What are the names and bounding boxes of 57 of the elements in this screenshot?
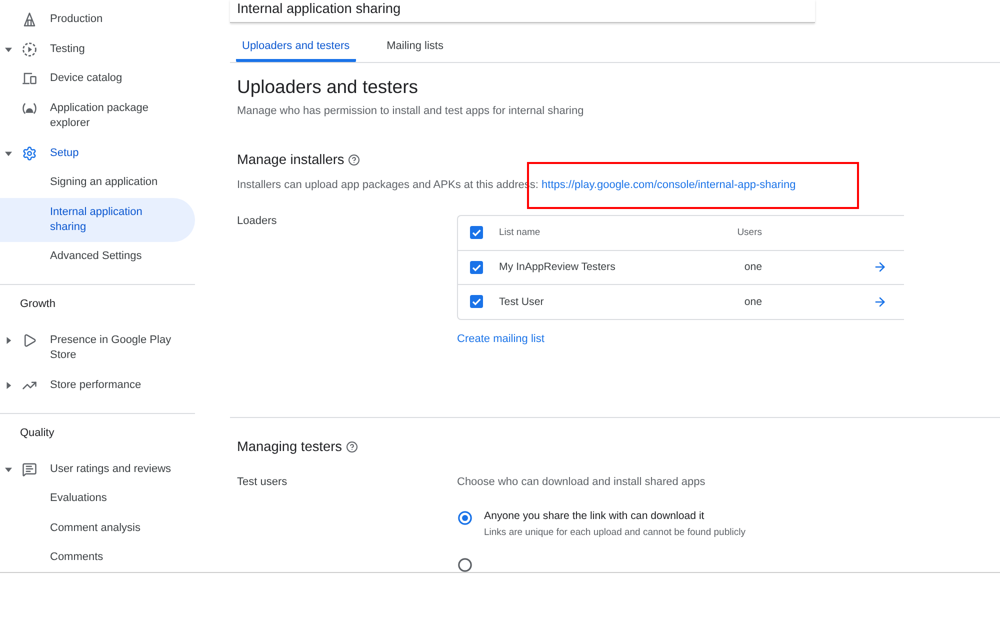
section-title: Quality bbox=[19, 426, 56, 441]
table-cell: Test User bbox=[499, 296, 544, 308]
caret-down-icon[interactable] bbox=[4, 466, 12, 473]
nav-item[interactable]: Setup bbox=[0, 138, 195, 168]
arrow-right-icon[interactable] bbox=[873, 294, 887, 308]
radio-button[interactable] bbox=[458, 558, 472, 572]
column-header: Users bbox=[737, 227, 762, 238]
option-label: Anyone you share the link with can download it bbox=[484, 509, 704, 524]
arrow-right-icon[interactable] bbox=[873, 260, 887, 274]
table-cell: one bbox=[744, 296, 762, 308]
nav-item[interactable]: Application package explorer bbox=[0, 94, 195, 138]
option-hint: Links are unique for each upload and cannot be found publicly bbox=[484, 526, 746, 538]
nav-item[interactable]: Device catalog bbox=[0, 64, 195, 94]
section-heading: Managing testers bbox=[237, 438, 342, 456]
nav-item[interactable]: Production bbox=[0, 5, 195, 35]
column-header: List name bbox=[499, 227, 540, 238]
nav-item[interactable]: Store performance bbox=[0, 370, 195, 400]
dashed-play-circle-icon bbox=[22, 42, 36, 57]
nav-item[interactable]: Testing bbox=[0, 34, 195, 64]
nav-item[interactable]: Internal application sharing bbox=[0, 198, 195, 242]
checkbox[interactable] bbox=[470, 226, 483, 239]
page-header-title: Internal application sharing bbox=[237, 1, 401, 17]
nav-item[interactable]: Comment analysis bbox=[0, 514, 195, 544]
nav-item[interactable]: Advanced Settings bbox=[0, 242, 195, 272]
section-heading: Manage installers bbox=[237, 150, 344, 168]
create-link[interactable]: Create mailing list bbox=[457, 332, 544, 346]
table-cell: My InAppReview Testers bbox=[499, 261, 616, 273]
page-subtitle: Manage who has permission to install and test apps for internal sharing bbox=[237, 104, 584, 119]
nav-item[interactable]: User ratings and reviews bbox=[0, 454, 195, 484]
play-outline-icon bbox=[22, 333, 36, 348]
dome-box-icon bbox=[22, 101, 36, 116]
url-link[interactable]: https://play.google.com/console/internal-app-sharing bbox=[542, 179, 796, 191]
caret-right-icon[interactable] bbox=[4, 337, 12, 344]
tab[interactable]: Uploaders and testers bbox=[236, 31, 356, 62]
prompt-text: Choose who can download and install shared apps bbox=[457, 474, 706, 490]
caret-down-icon[interactable] bbox=[4, 150, 12, 157]
checkbox[interactable] bbox=[470, 260, 483, 274]
field-label: Test users bbox=[237, 474, 288, 490]
help-icon[interactable] bbox=[348, 154, 360, 166]
checkbox[interactable] bbox=[470, 295, 483, 308]
section-title: Growth bbox=[19, 297, 56, 312]
caret-down-icon[interactable] bbox=[4, 46, 12, 53]
help-icon[interactable] bbox=[346, 441, 358, 453]
comment-icon bbox=[22, 462, 36, 477]
page-title: Uploaders and testers bbox=[237, 76, 418, 98]
nav-item[interactable]: Presence in Google Play Store bbox=[0, 326, 195, 371]
nav-item[interactable]: Signing an application bbox=[0, 168, 195, 198]
nav-item[interactable]: Evaluations bbox=[0, 484, 195, 514]
settings-icon bbox=[22, 146, 36, 161]
nav-item[interactable]: Comments bbox=[0, 543, 195, 572]
tab[interactable]: Mailing lists bbox=[380, 31, 450, 62]
caret-right-icon[interactable] bbox=[4, 382, 12, 389]
devices-icon bbox=[22, 71, 36, 86]
radio-button[interactable] bbox=[458, 510, 472, 524]
field-label: Loaders bbox=[237, 214, 277, 228]
table-cell: one bbox=[744, 261, 762, 273]
tower-icon bbox=[22, 12, 36, 28]
